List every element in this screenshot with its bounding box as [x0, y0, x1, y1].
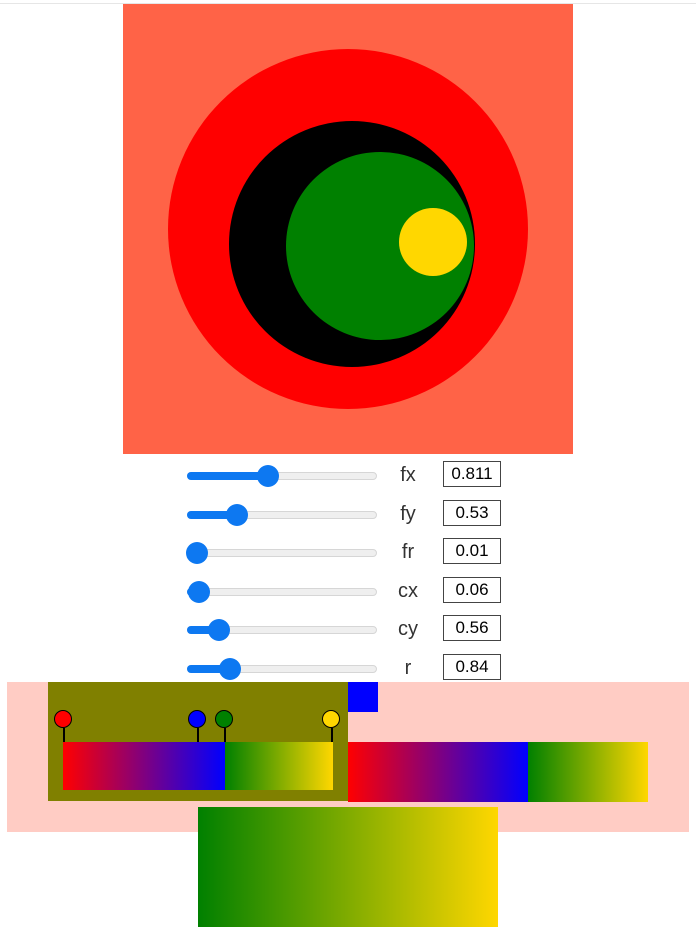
cx-slider[interactable] — [185, 580, 379, 603]
stop-handle-green[interactable] — [215, 710, 233, 728]
fr-value-input[interactable]: 0.01 — [443, 538, 501, 564]
stop-stem — [197, 728, 199, 742]
fy-value-input[interactable]: 0.53 — [443, 499, 501, 526]
fx-label: fx — [400, 464, 416, 486]
fy-slider[interactable] — [185, 503, 379, 526]
stop-stem — [331, 728, 333, 742]
control-row-fr: fr 0.01 — [185, 534, 515, 572]
control-row-cx: cx 0.06 — [185, 573, 515, 611]
green-gold-gradient-swatch — [198, 807, 498, 927]
control-row-fx: fx 0.811 — [185, 457, 515, 495]
slider-thumb[interactable] — [256, 465, 279, 487]
r-value-input[interactable]: 0.84 — [443, 653, 501, 680]
stop-handle-red[interactable] — [54, 710, 72, 728]
fx-value-input[interactable]: 0.811 — [443, 461, 501, 487]
gradient-focus-yellow — [399, 208, 467, 276]
slider-thumb[interactable] — [208, 619, 231, 641]
slider-thumb[interactable] — [186, 542, 208, 564]
fr-label: fr — [401, 541, 415, 563]
control-row-cy: cy 0.56 — [185, 611, 515, 649]
fr-slider[interactable] — [185, 542, 379, 564]
fy-label: fy — [400, 502, 416, 525]
slider-track — [187, 549, 377, 557]
stop-handle-blue[interactable] — [188, 710, 206, 728]
gradient-preview-green-yellow — [528, 742, 648, 802]
r-label: r — [404, 656, 412, 679]
gradient-bar-green-yellow — [225, 742, 333, 790]
cx-value-input[interactable]: 0.06 — [443, 576, 501, 603]
cy-label: cy — [398, 618, 418, 640]
slider-thumb[interactable] — [187, 580, 210, 603]
stop-stem — [63, 728, 65, 742]
gradient-bar-red-blue — [63, 742, 225, 790]
slider-fill — [187, 472, 267, 480]
stop-handle-yellow[interactable] — [322, 710, 340, 728]
control-row-fy: fy 0.53 — [185, 496, 515, 534]
slider-track — [187, 587, 377, 596]
slider-thumb[interactable] — [225, 503, 248, 526]
cy-value-input[interactable]: 0.56 — [443, 615, 501, 641]
cy-slider[interactable] — [185, 619, 379, 641]
r-slider[interactable] — [185, 657, 379, 680]
stop-stem — [224, 728, 226, 742]
selected-color-swatch[interactable] — [348, 682, 378, 712]
radial-gradient-preview — [123, 4, 573, 454]
slider-thumb[interactable] — [218, 657, 241, 680]
cx-label: cx — [398, 579, 418, 602]
fx-slider[interactable] — [185, 465, 379, 487]
gradient-preview-red-blue — [348, 742, 528, 802]
